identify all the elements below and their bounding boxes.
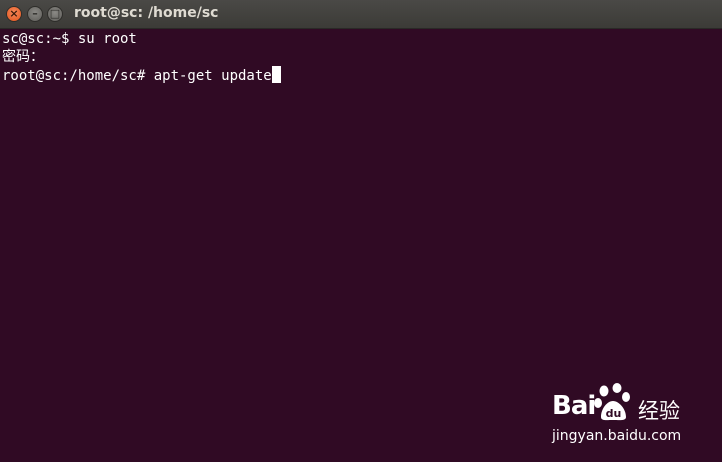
watermark-url: jingyan.baidu.com <box>552 428 682 444</box>
watermark-cn-text: 经验 <box>638 399 680 423</box>
title-bar[interactable]: × – □ root@sc: /home/sc <box>0 0 722 29</box>
text-cursor <box>271 66 281 83</box>
baidu-paw-icon: du <box>594 383 630 421</box>
terminal-line: 密码： <box>2 49 44 65</box>
svg-text:du: du <box>606 407 622 420</box>
minimize-button[interactable]: – <box>27 6 43 22</box>
close-icon: × <box>9 7 19 20</box>
watermark-brand-text: Bai <box>552 391 596 421</box>
maximize-button[interactable]: □ <box>47 6 63 22</box>
terminal-line: sc@sc:~$ su root <box>2 31 137 47</box>
window-title: root@sc: /home/sc <box>74 5 219 21</box>
minimize-icon: – <box>32 7 38 20</box>
terminal-command: root@sc:/home/sc# apt-get update <box>2 68 272 84</box>
terminal-window: × – □ root@sc: /home/sc sc@sc:~$ su root… <box>0 0 722 462</box>
baidu-watermark: Bai du 经验 jingyan.baidu.com <box>552 383 717 448</box>
close-button[interactable]: × <box>6 6 22 22</box>
terminal-line-current: root@sc:/home/sc# apt-get update <box>2 66 722 84</box>
maximize-icon: □ <box>49 7 61 20</box>
